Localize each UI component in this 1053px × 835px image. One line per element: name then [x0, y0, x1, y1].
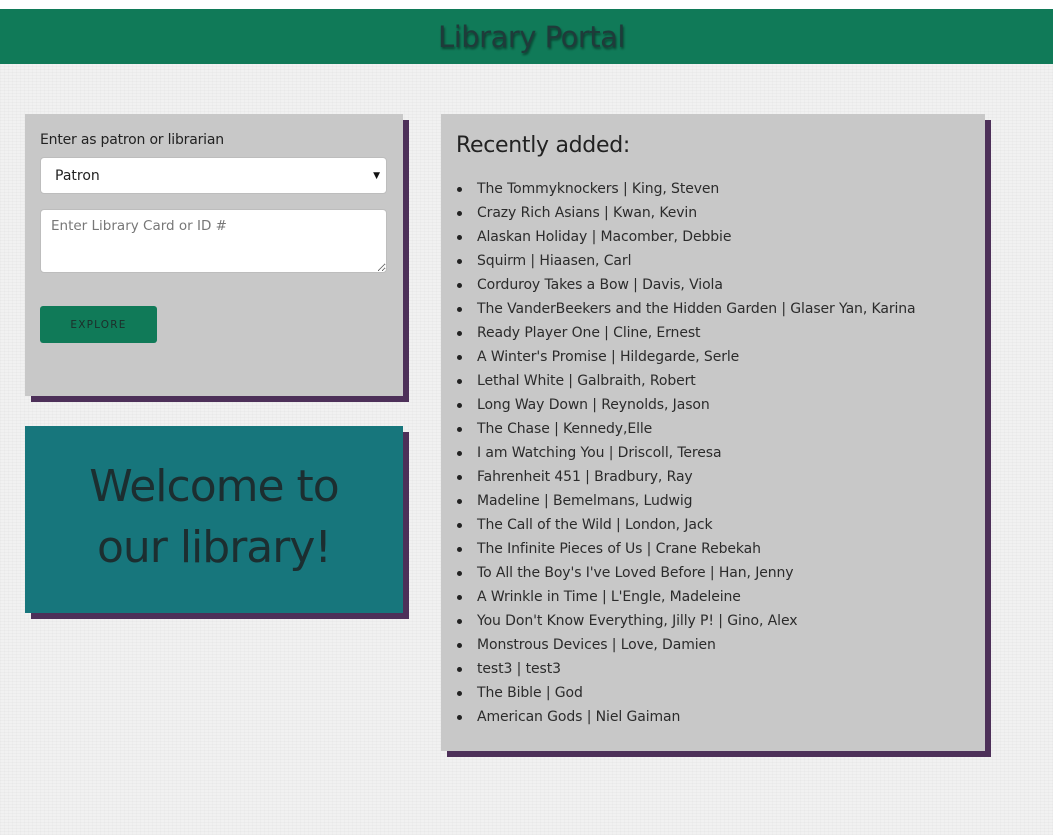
- explore-button[interactable]: EXPLORE: [40, 306, 157, 343]
- bullet-icon: [457, 187, 462, 192]
- bullet-icon: [457, 283, 462, 288]
- book-title-author: Fahrenheit 451 | Bradbury, Ray: [477, 469, 693, 485]
- bullet-icon: [457, 355, 462, 360]
- bullet-icon: [457, 259, 462, 264]
- recently-added-heading: Recently added:: [456, 133, 630, 158]
- book-title-author: Monstrous Devices | Love, Damien: [477, 637, 716, 653]
- list-item: Crazy Rich Asians | Kwan, Kevin: [456, 201, 969, 225]
- list-item: Alaskan Holiday | Macomber, Debbie: [456, 225, 969, 249]
- list-item: The Infinite Pieces of Us | Crane Rebeka…: [456, 537, 969, 561]
- page-title: Library Portal: [438, 19, 625, 54]
- role-label: Enter as patron or librarian: [40, 132, 224, 148]
- bullet-icon: [457, 715, 462, 720]
- book-title-author: test3 | test3: [477, 661, 561, 677]
- bullet-icon: [457, 619, 462, 624]
- book-title-author: American Gods | Niel Gaiman: [477, 709, 681, 725]
- library-card-input[interactable]: [40, 209, 387, 273]
- list-item: The Bible | God: [456, 681, 969, 705]
- list-item: Fahrenheit 451 | Bradbury, Ray: [456, 465, 969, 489]
- book-title-author: Crazy Rich Asians | Kwan, Kevin: [477, 205, 697, 221]
- recently-added-list: The Tommyknockers | King, Steven Crazy Ri…: [456, 177, 969, 729]
- login-panel: Enter as patron or librarian Patron ▼ EX…: [25, 114, 403, 396]
- list-item: Madeline | Bemelmans, Ludwig: [456, 489, 969, 513]
- welcome-heading: Welcome to our library!: [89, 456, 339, 578]
- list-item: Monstrous Devices | Love, Damien: [456, 633, 969, 657]
- bullet-icon: [457, 307, 462, 312]
- bullet-icon: [457, 403, 462, 408]
- bullet-icon: [457, 235, 462, 240]
- bullet-icon: [457, 331, 462, 336]
- list-item: American Gods | Niel Gaiman: [456, 705, 969, 729]
- book-title-author: Corduroy Takes a Bow | Davis, Viola: [477, 277, 723, 293]
- book-title-author: The Call of the Wild | London, Jack: [477, 517, 713, 533]
- book-title-author: A Winter's Promise | Hildegarde, Serle: [477, 349, 740, 365]
- bullet-icon: [457, 379, 462, 384]
- recently-added-panel: Recently added: The Tommyknockers | King…: [441, 114, 985, 751]
- bullet-icon: [457, 427, 462, 432]
- bullet-icon: [457, 547, 462, 552]
- welcome-line-2: our library!: [96, 521, 332, 573]
- book-title-author: Long Way Down | Reynolds, Jason: [477, 397, 710, 413]
- bullet-icon: [457, 643, 462, 648]
- book-title-author: I am Watching You | Driscoll, Teresa: [477, 445, 722, 461]
- list-item: You Don't Know Everything, Jilly P! | Gi…: [456, 609, 969, 633]
- book-title-author: The Tommyknockers | King, Steven: [477, 181, 720, 197]
- bullet-icon: [457, 667, 462, 672]
- list-item: Corduroy Takes a Bow | Davis, Viola: [456, 273, 969, 297]
- list-item: The VanderBeekers and the Hidden Garden …: [456, 297, 969, 321]
- list-item: Squirm | Hiaasen, Carl: [456, 249, 969, 273]
- list-item: test3 | test3: [456, 657, 969, 681]
- bullet-icon: [457, 499, 462, 504]
- bullet-icon: [457, 451, 462, 456]
- list-item: Ready Player One | Cline, Ernest: [456, 321, 969, 345]
- book-title-author: Madeline | Bemelmans, Ludwig: [477, 493, 693, 509]
- list-item: A Wrinkle in Time | L'Engle, Madeleine: [456, 585, 969, 609]
- book-title-author: The VanderBeekers and the Hidden Garden …: [477, 301, 916, 317]
- top-strip: [0, 0, 1053, 9]
- list-item: Long Way Down | Reynolds, Jason: [456, 393, 969, 417]
- bullet-icon: [457, 595, 462, 600]
- bullet-icon: [457, 691, 462, 696]
- book-title-author: To All the Boy's I've Loved Before | Han…: [477, 565, 794, 581]
- header-bar: Library Portal: [0, 9, 1053, 64]
- chevron-down-icon: ▼: [373, 170, 380, 181]
- book-title-author: Squirm | Hiaasen, Carl: [477, 253, 632, 269]
- book-title-author: Ready Player One | Cline, Ernest: [477, 325, 701, 341]
- list-item: The Chase | Kennedy,Elle: [456, 417, 969, 441]
- list-item: I am Watching You | Driscoll, Teresa: [456, 441, 969, 465]
- book-title-author: Alaskan Holiday | Macomber, Debbie: [477, 229, 732, 245]
- book-title-author: The Infinite Pieces of Us | Crane Rebeka…: [477, 541, 761, 557]
- book-title-author: A Wrinkle in Time | L'Engle, Madeleine: [477, 589, 741, 605]
- list-item: Lethal White | Galbraith, Robert: [456, 369, 969, 393]
- welcome-line-1: Welcome to: [89, 460, 339, 512]
- bullet-icon: [457, 571, 462, 576]
- book-title-author: You Don't Know Everything, Jilly P! | Gi…: [477, 613, 798, 629]
- bullet-icon: [457, 475, 462, 480]
- welcome-panel: Welcome to our library!: [25, 426, 403, 613]
- book-title-author: The Chase | Kennedy,Elle: [477, 421, 653, 437]
- role-select[interactable]: Patron ▼: [40, 157, 387, 194]
- bullet-icon: [457, 211, 462, 216]
- list-item: To All the Boy's I've Loved Before | Han…: [456, 561, 969, 585]
- bullet-icon: [457, 523, 462, 528]
- list-item: A Winter's Promise | Hildegarde, Serle: [456, 345, 969, 369]
- book-title-author: The Bible | God: [477, 685, 583, 701]
- book-title-author: Lethal White | Galbraith, Robert: [477, 373, 696, 389]
- list-item: The Call of the Wild | London, Jack: [456, 513, 969, 537]
- list-item: The Tommyknockers | King, Steven: [456, 177, 969, 201]
- role-select-value: Patron: [55, 167, 100, 184]
